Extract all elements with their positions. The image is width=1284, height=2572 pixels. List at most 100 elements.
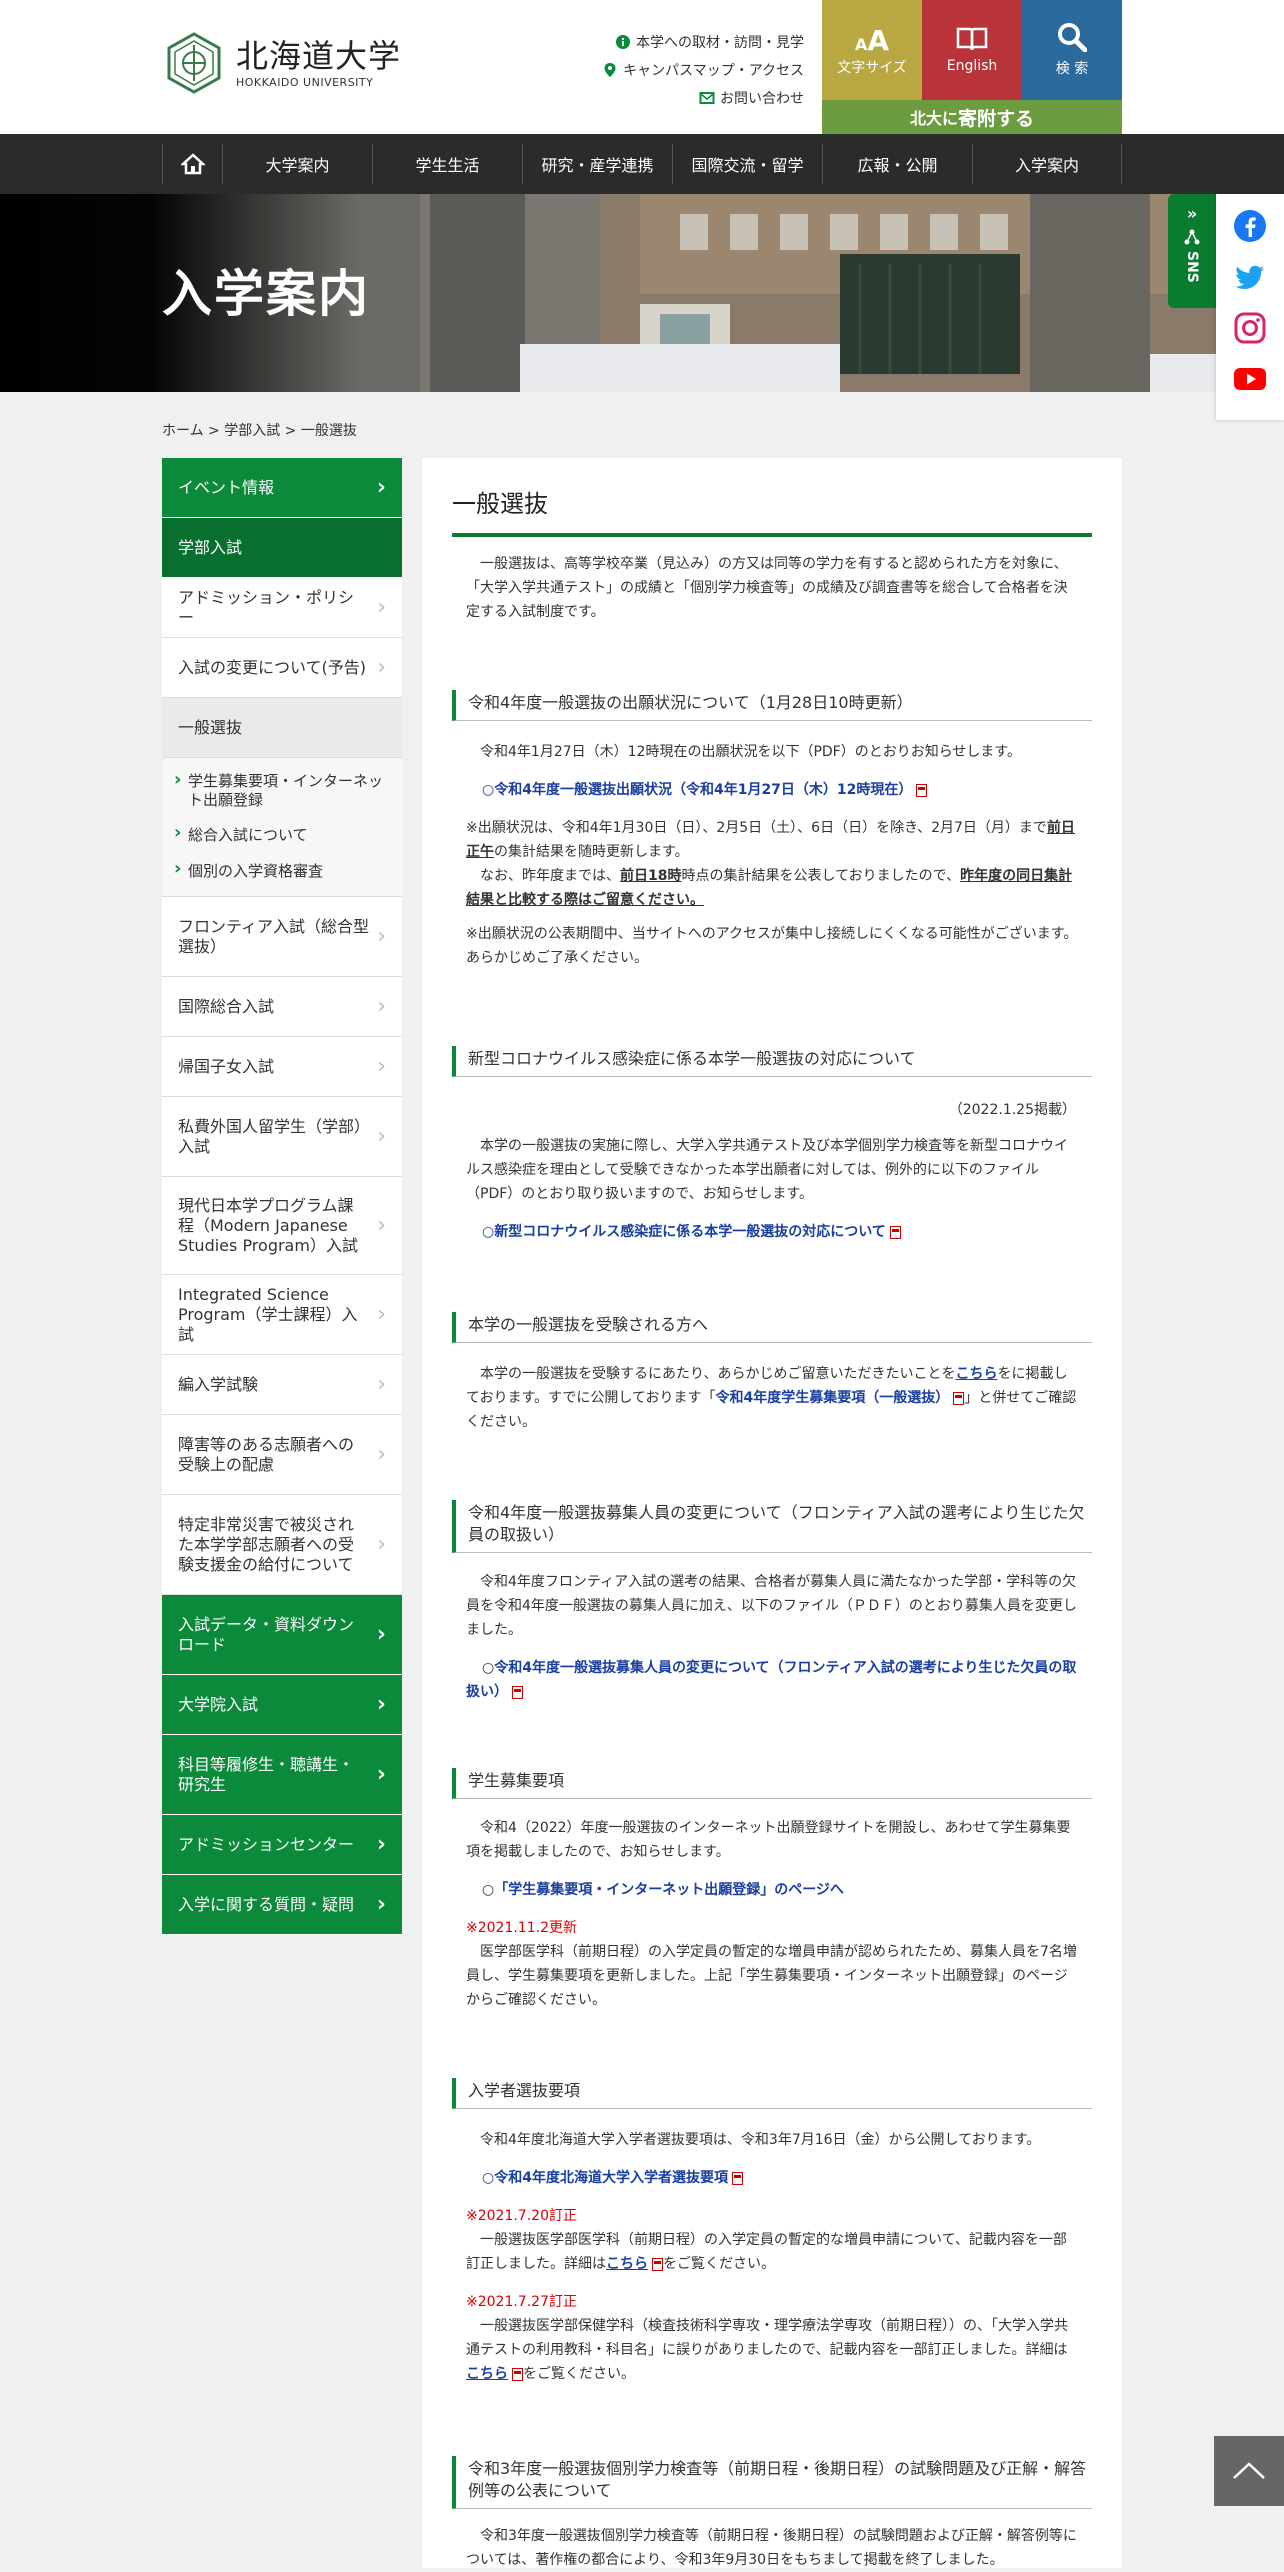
contact-link[interactable]: お問い合わせ [600, 84, 804, 112]
sidebar-item-transfer[interactable]: 編入学試験 › [162, 1355, 402, 1415]
page-title: 一般選抜 [452, 484, 1092, 537]
selection-guidelines-pdf-link[interactable]: ○令和4年度北海道大学入学者選抜要項 [482, 2170, 728, 2186]
contact-link-label: お問い合わせ [720, 91, 804, 107]
donate-button[interactable]: 北大に 寄附する [822, 100, 1122, 134]
sidebar-nav: イベント情報 › 学部入試 アドミッション・ポリシー › 入試の変更について(予告)… [162, 458, 402, 1935]
access-note: ※出願状況の公表期間中、当サイトへのアクセスが集中し接続しにくくなる可能性がござ… [466, 926, 1078, 966]
page-top-button[interactable] [1214, 2436, 1284, 2506]
sidebar-item-label: 科目等履修生・聴講生・研究生 [178, 1754, 355, 1794]
sidebar-item-label: 私費外国人留学生（学部）入試 [178, 1116, 363, 1156]
sidebar-item-general-selection[interactable]: 一般選抜 [162, 698, 402, 758]
facebook-icon[interactable] [1233, 209, 1267, 243]
sidebar-item-graduate[interactable]: 大学院入試 › [162, 1675, 402, 1735]
sidebar-item-frontier[interactable]: フロンティア入試（総合型選抜） › [162, 897, 402, 977]
application-guide-link[interactable]: 令和4年度学生募集要項（一般選抜） [715, 1390, 949, 1406]
chevron-right-icon: › [376, 1621, 386, 1647]
sidebar-item-returnee[interactable]: 帰国子女入試 › [162, 1037, 402, 1097]
section-application-status: 令和4年1月27日（木）12時現在の出願状況を以下（PDF）のとおりお知らせしま… [452, 740, 1092, 970]
sidebar-item-disaster-support[interactable]: 特定非常災害で被災された本学学部志願者への受験支援金の給付について › [162, 1495, 402, 1595]
home-icon [180, 153, 205, 175]
double-chevron-icon: » [1186, 204, 1198, 223]
book-icon [956, 27, 988, 51]
guidelines-text: 令和4（2022）年度一般選抜のインターネット出願登録サイトを開設し、あわせて学… [466, 1820, 1071, 1860]
chevron-right-icon: › [377, 1053, 386, 1079]
font-size-button[interactable]: AA 文字サイズ [822, 0, 922, 100]
application-page-link[interactable]: 「学生募集要項・インターネット出願登録」のページへ [494, 1882, 844, 1898]
sidebar-item-isp[interactable]: Integrated Science Program（学士課程）入試 › [162, 1275, 402, 1355]
chevron-right-icon: › [377, 1123, 386, 1149]
sidebar-item-events[interactable]: イベント情報 › [162, 458, 402, 518]
sidebar-item-disability[interactable]: 障害等のある志願者への受験上の配慮 › [162, 1415, 402, 1495]
sidebar-subitem-integrated-admission[interactable]: 総合入試について [162, 816, 402, 854]
note-text: 時点の集計結果を公表しておりましたので、 [681, 868, 961, 884]
nav-research[interactable]: 研究・産学連携 [522, 144, 672, 184]
visit-link-label: 本学への取材・訪問・見学 [636, 35, 804, 51]
instagram-icon[interactable] [1233, 311, 1267, 345]
search-icon [1058, 23, 1087, 52]
pdf-icon [953, 1391, 965, 1405]
utility-links: 本学への取材・訪問・見学 キャンパスマップ・アクセス お問い合わせ [600, 28, 804, 112]
sidebar-subitem-eligibility[interactable]: 個別の入学資格審査 [162, 854, 402, 888]
correction-text: をご覧ください。 [523, 2366, 635, 2382]
pdf-icon [652, 2257, 663, 2271]
breadcrumb[interactable]: ホーム > 学部入試 > 一般選抜 [162, 420, 357, 440]
english-label: English [946, 58, 998, 74]
share-icon [1184, 229, 1200, 245]
examinees-text: 本学の一般選抜を受験するにあたり、あらかじめご留意いただきたいことを [480, 1366, 956, 1382]
chevron-right-icon: › [376, 1761, 386, 1787]
here-link[interactable]: こちら [466, 2366, 508, 2382]
nav-student-life[interactable]: 学生生活 [372, 144, 522, 184]
sidebar-item-data-download[interactable]: 入試データ・資料ダウンロード › [162, 1595, 402, 1675]
sidebar-item-faq[interactable]: 入学に関する質問・疑問 › [162, 1875, 402, 1935]
sidebar-item-label: 一般選抜 [178, 717, 243, 737]
covid-pdf-link[interactable]: ○新型コロナウイルス感染症に係る本学一般選抜の対応について [482, 1224, 886, 1240]
visit-link[interactable]: 本学への取材・訪問・見学 [600, 28, 804, 56]
sidebar-item-international[interactable]: 国際総合入試 › [162, 977, 402, 1037]
section-past-exams: 令和3年度一般選抜個別学力検査等（前期日程・後期日程）の試験問題および正解・解答… [452, 2524, 1092, 2572]
selection-guidelines-text: 令和4年度北海道大学入学者選抜要項は、令和3年7月16日（金）から公開しておりま… [480, 2132, 1041, 2148]
font-size-icon: AA [854, 23, 890, 57]
here-link[interactable]: こちら [606, 2256, 648, 2272]
sidebar-subitem-application-guide[interactable]: 学生募集要項・インターネット出願登録 [162, 766, 402, 816]
search-button[interactable]: 検 索 [1022, 0, 1122, 100]
campus-map-link[interactable]: キャンパスマップ・アクセス [600, 56, 804, 84]
sidebar-item-label: イベント情報 [178, 477, 275, 497]
sns-panel [1216, 194, 1284, 420]
application-status-pdf-link[interactable]: ○令和4年度一般選抜出願状況（令和4年1月27日（木）12時現在） [482, 782, 912, 798]
sidebar-item-label: 障害等のある志願者への受験上の配慮 [178, 1434, 355, 1474]
english-button[interactable]: English [922, 0, 1022, 100]
youtube-icon[interactable] [1233, 362, 1267, 396]
twitter-icon[interactable] [1233, 260, 1267, 294]
sns-label: SNS [1184, 251, 1200, 283]
sidebar-item-admission-center[interactable]: アドミッションセンター › [162, 1815, 402, 1875]
nav-international[interactable]: 国際交流・留学 [672, 144, 822, 184]
section-quota-change: 令和4年度フロンティア入試の選考の結果、合格者が募集人員に満たなかった学部・学科… [452, 1570, 1092, 1704]
chevron-right-icon: › [377, 1441, 386, 1467]
donate-label: 寄附する [958, 107, 1035, 130]
chevron-right-icon: › [377, 1301, 386, 1327]
home-nav-button[interactable] [162, 144, 222, 184]
sns-toggle-tab[interactable]: » SNS [1168, 194, 1216, 308]
search-label: 検 索 [1055, 61, 1089, 77]
university-logo[interactable]: 北海道大学 HOKKAIDO UNIVERSITY [162, 28, 402, 98]
pdf-icon [916, 783, 928, 797]
circle-bullet: ○ [482, 1882, 495, 1898]
section-guidelines: 令和4（2022）年度一般選抜のインターネット出願登録サイトを開設し、あわせて学… [452, 1816, 1092, 2012]
sidebar-item-undergrad-admissions[interactable]: 学部入試 [162, 518, 402, 578]
nav-pr[interactable]: 広報・公開 [822, 144, 972, 184]
correction-notice: ※2021.7.20訂正 [466, 2208, 577, 2224]
sidebar-item-mjsp[interactable]: 現代日本学プログラム課程（Modern Japanese Studies Pro… [162, 1177, 402, 1275]
update-notice: ※2021.11.2更新 [466, 1920, 577, 1936]
sidebar-item-admission-policy[interactable]: アドミッション・ポリシー › [162, 578, 402, 638]
nav-admissions[interactable]: 入学案内 [972, 144, 1122, 184]
sidebar-item-exam-changes[interactable]: 入試の変更について(予告) › [162, 638, 402, 698]
here-link[interactable]: こちら [955, 1366, 997, 1382]
nav-about[interactable]: 大学案内 [222, 144, 372, 184]
section-heading-selection-guidelines: 入学者選抜要項 [452, 2078, 1092, 2109]
mail-icon [699, 92, 715, 104]
sidebar-item-label: 入試データ・資料ダウンロード [178, 1614, 355, 1654]
sidebar-item-nondegree[interactable]: 科目等履修生・聴講生・研究生 › [162, 1735, 402, 1815]
sidebar-item-foreign-students[interactable]: 私費外国人留学生（学部）入試 › [162, 1097, 402, 1177]
guidelines-update-text: 医学部医学科（前期日程）の入学定員の暫定的な増員申請が認められたため、募集人員を… [466, 1944, 1077, 2008]
quota-change-pdf-link[interactable]: 令和4年度一般選抜募集人員の変更について（フロンティア入試の選考により生じた欠員… [466, 1660, 1076, 1700]
